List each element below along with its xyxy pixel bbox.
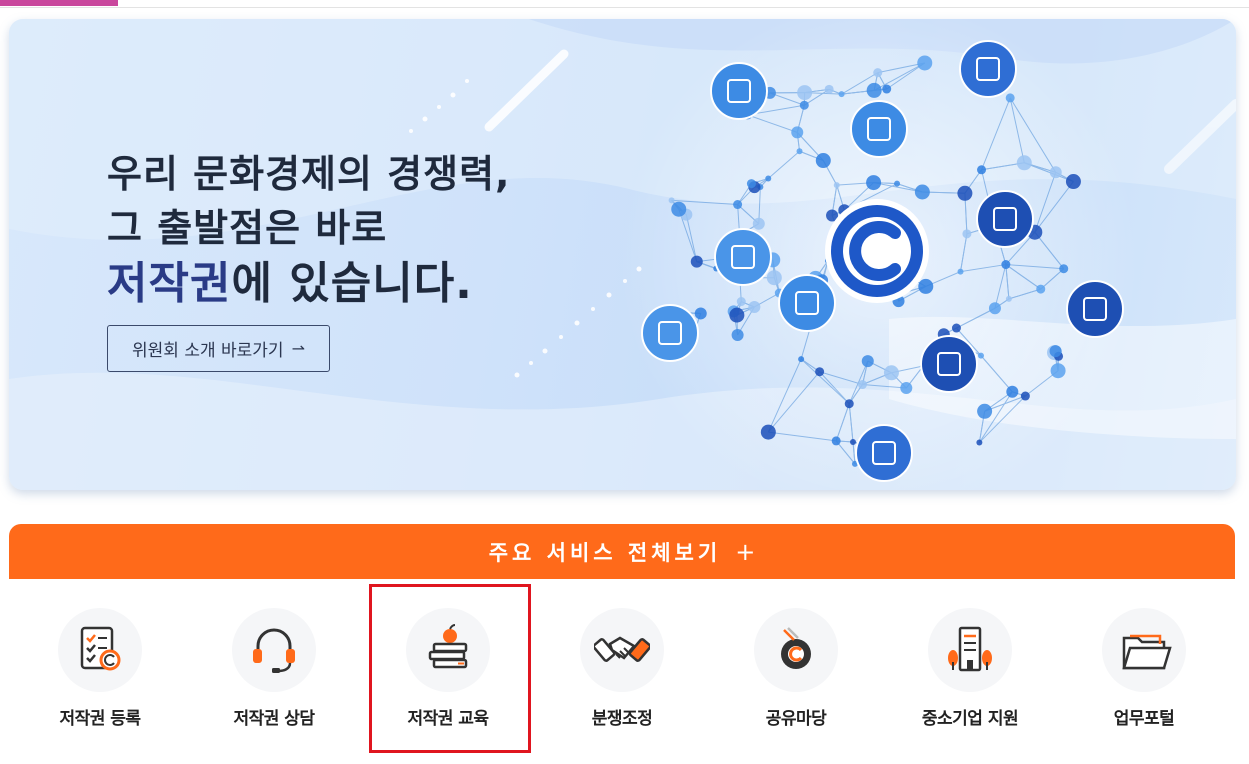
service-label: 중소기업 지원 xyxy=(921,709,1019,729)
plus-icon: + xyxy=(735,537,756,566)
hero-banner: 우리 문화경제의 경쟁력, 그 출발점은 바로 저작권에 있습니다. 위원회 소… xyxy=(9,19,1236,490)
handshake-icon xyxy=(580,608,664,692)
main-services-view-all-button[interactable]: 주요 서비스 전체보기 + xyxy=(9,524,1235,579)
service-copyright-education[interactable]: 저작권 교육 xyxy=(373,600,523,750)
service-copyright-registration[interactable]: 저작권 등록 xyxy=(25,600,175,750)
hero-headline-rest: 에 있습니다. xyxy=(231,258,473,309)
hero-headline-line-2: 그 출발점은 바로 xyxy=(107,206,388,250)
service-label: 저작권 교육 xyxy=(407,709,489,729)
service-label: 공유마당 xyxy=(765,709,827,729)
service-label: 업무포털 xyxy=(1113,709,1175,729)
building-icon xyxy=(928,608,1012,692)
top-bar-accent xyxy=(0,0,118,6)
folder-icon xyxy=(1102,608,1186,692)
committee-intro-label: 위원회 소개 바로가기 xyxy=(132,341,284,361)
service-label: 분쟁조정 xyxy=(591,709,653,729)
service-label: 저작권 상담 xyxy=(233,709,315,729)
service-sme-support[interactable]: 중소기업 지원 xyxy=(895,600,1045,750)
service-label: 저작권 등록 xyxy=(59,709,141,729)
hero-headline-highlight: 저작권 xyxy=(107,258,232,309)
page: 우리 문화경제의 경쟁력, 그 출발점은 바로 저작권에 있습니다. 위원회 소… xyxy=(0,0,1249,764)
service-dispute-mediation[interactable]: 분쟁조정 xyxy=(547,600,697,750)
service-copyright-consultation[interactable]: 저작권 상담 xyxy=(199,600,349,750)
service-work-portal[interactable]: 업무포털 xyxy=(1069,600,1219,750)
copyright-share-icon xyxy=(754,608,838,692)
service-gongu-madang[interactable]: 공유마당 xyxy=(721,600,871,750)
registration-checklist-icon xyxy=(58,608,142,692)
books-apple-icon xyxy=(406,608,490,692)
arrow-right-icon: ⇀ xyxy=(291,339,305,358)
top-bar xyxy=(0,0,1249,8)
committee-intro-button[interactable]: 위원회 소개 바로가기 ⇀ xyxy=(107,325,330,372)
hero-headline-line-3: 저작권에 있습니다. xyxy=(107,247,473,311)
hero-headline-line-1: 우리 문화경제의 경쟁력, xyxy=(107,152,511,196)
headset-icon xyxy=(232,608,316,692)
main-services-bar-label: 주요 서비스 전체보기 xyxy=(488,540,722,565)
